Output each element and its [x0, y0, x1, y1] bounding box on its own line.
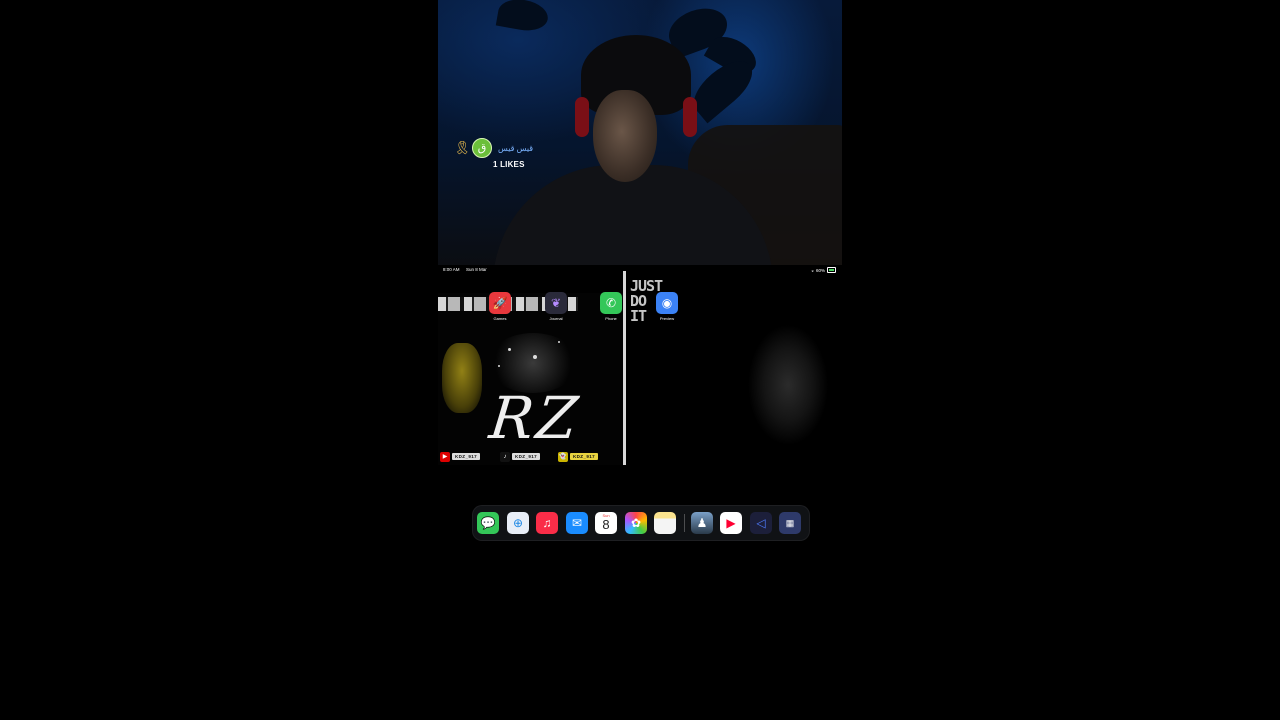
ipad-home-screen: 8:00 AM Sun 8 Mar ◒ 60% RZ ▶ KDZ_917 ♪ K…: [438, 265, 842, 545]
widget-figure: [442, 343, 482, 413]
dock: 💬 ⊕ ♫ ✉ Sun 8 ✿ ♟ ▶ ◁ ▦: [472, 505, 810, 541]
status-bar: 8:00 AM Sun 8 Mar ◒ 60%: [438, 265, 842, 275]
status-icons: ◒ 60%: [811, 267, 836, 273]
app-label: Games: [493, 316, 507, 321]
butterfly-icon: ❦: [545, 292, 567, 314]
game-icon[interactable]: ♟: [691, 512, 713, 534]
messages-icon[interactable]: 💬: [477, 512, 499, 534]
social-handle: KDZ_917: [512, 453, 541, 460]
app-label: Preview: [659, 316, 675, 321]
headphone-right: [683, 97, 697, 137]
calendar-icon[interactable]: Sun 8: [595, 512, 617, 534]
gift-username: قيس قيس: [498, 143, 534, 153]
webcam-video: 🎗 ق قيس قيس 1 LIKES: [438, 0, 842, 265]
calendar-date: 8: [602, 517, 610, 532]
dock-separator: [684, 514, 685, 532]
social-youtube: ▶ KDZ_917: [440, 451, 481, 462]
app-games[interactable]: 🚀 Games: [487, 292, 513, 321]
likes-count: 1 LIKES: [493, 160, 525, 169]
app-label: Phone: [605, 316, 617, 321]
youtube-icon[interactable]: ▶: [720, 512, 742, 534]
battery-icon: [827, 267, 836, 273]
gift-notification: 🎗 ق قيس قيس: [454, 138, 533, 158]
social-handle: KDZ_917: [452, 453, 481, 460]
status-time: 8:00 AM: [443, 267, 460, 272]
photos-icon[interactable]: ✿: [625, 512, 647, 534]
notes-icon[interactable]: [654, 512, 676, 534]
social-handle: KDZ_917: [570, 453, 599, 460]
battery-percent: 60%: [815, 267, 825, 273]
splash: [508, 348, 511, 351]
avatar: ق: [472, 138, 492, 158]
phone-icon: ✆: [600, 292, 622, 314]
status-date: Sun 8 Mar: [466, 267, 487, 272]
streamer: [493, 35, 773, 265]
app-journal[interactable]: ❦ Journal: [543, 292, 569, 321]
app-preview[interactable]: ◉ Preview: [654, 292, 680, 321]
social-handles: ▶ KDZ_917 ♪ KDZ_917 👻 KDZ_917: [438, 451, 624, 465]
social-snapchat: 👻 KDZ_917: [558, 451, 599, 462]
preview-icon: ◉: [656, 292, 678, 314]
rocket-icon: 🚀: [489, 292, 511, 314]
splash: [533, 355, 537, 359]
tiktok-icon: ♪: [500, 451, 510, 462]
snapchat-icon: 👻: [558, 451, 568, 462]
plant-leaf: [495, 0, 551, 35]
splash: [558, 341, 560, 343]
app-phone[interactable]: ✆ Phone: [598, 292, 624, 321]
rz-logo: RZ: [486, 384, 584, 452]
wifi-icon: ◒: [811, 267, 814, 273]
wallpaper-figure: [733, 305, 833, 505]
face: [593, 90, 657, 182]
safari-icon[interactable]: ⊕: [507, 512, 529, 534]
splash: [498, 365, 500, 367]
music-icon[interactable]: ♫: [536, 512, 558, 534]
headphone-left: [575, 97, 589, 137]
social-tiktok: ♪ KDZ_917: [500, 451, 541, 462]
ribbon-icon: 🎗: [454, 140, 471, 155]
mail-icon[interactable]: ✉: [566, 512, 588, 534]
app-label: Journal: [549, 316, 563, 321]
rz-photo-widget[interactable]: RZ: [438, 293, 624, 465]
youtube-icon: ▶: [440, 451, 450, 462]
vn-icon[interactable]: ◁: [750, 512, 772, 534]
app-library-icon[interactable]: ▦: [779, 512, 801, 534]
